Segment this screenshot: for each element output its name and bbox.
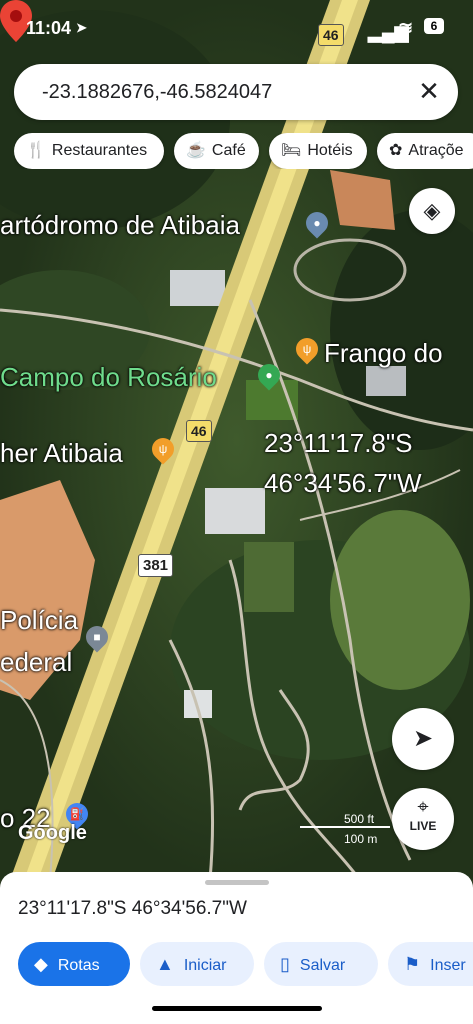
save-button[interactable]: ▯ Salvar [264,942,378,986]
chip-label: Restaurantes [51,142,148,159]
search-query[interactable]: -23.1882676,-46.5824047 [42,81,272,104]
bed-icon: 🛏 [281,142,302,159]
dropped-pin-coordinates: 23°11'17.8"S 46°34'56.7"W [18,898,247,919]
button-label: Inser [430,957,466,974]
pin-latitude-label: 23°11'17.8"S [264,428,413,458]
bottom-sheet[interactable]: 23°11'17.8"S 46°34'56.7"W ◆ Rotas ▲ Inicia… [0,872,473,1024]
button-label: Rotas [57,957,100,974]
navigation-arrow-icon: ➤ [412,725,434,752]
shield-icon: ■ [93,630,101,644]
live-label: LIVE [409,819,437,833]
label-federal[interactable]: ederal [0,647,72,678]
navigation-icon: ▲ [156,954,174,974]
home-indicator [152,1006,322,1011]
directions-button[interactable]: ◆ Rotas [18,942,130,986]
leaf-icon: ● [265,368,273,382]
fork-knife-icon: 🍴 [26,142,46,159]
scale-bar [300,826,390,828]
my-location-button[interactable]: ➤ [392,708,454,770]
directions-icon: ◆ [34,954,48,974]
layers-button[interactable]: ◈ [409,188,455,234]
live-view-button[interactable]: ⌖ LIVE [392,788,454,850]
highway-shield-46: 46 [186,420,212,442]
poi-pin-kartodromo[interactable]: ● [301,207,333,239]
poi-pin-campo[interactable]: ● [253,359,285,391]
bookmark-icon: ▯ [280,954,290,974]
flag-icon: ⚑ [404,954,421,974]
poi-pin-restaurant[interactable]: ψ [147,433,179,465]
chip-cafe[interactable]: ☕ Café [174,133,259,169]
battery-icon: 6 [424,18,444,34]
search-bar[interactable]: -23.1882676,-46.5824047 ✕ [14,64,458,120]
pin-longitude-label: 46°34'56.7"W [264,468,422,498]
label-frango[interactable]: Frango do [324,338,443,369]
google-attribution: Google [18,822,87,844]
status-bar: 11:04 ➤ ▂▄▆ ≋ 6 [0,14,473,42]
marker-icon: ● [313,216,321,230]
highway-shield-381: 381 [138,554,174,577]
button-label: Salvar [299,957,346,974]
status-time: 11:04 [26,18,72,38]
layers-icon: ◈ [423,198,441,223]
fork-knife-icon: ψ [302,342,312,356]
label-policia[interactable]: Polícia [0,605,78,636]
scale-meters: 100 m [344,832,378,846]
chip-label: Atraçõe [408,142,464,159]
chip-label: Café [211,142,246,159]
poi-pin-policia[interactable]: ■ [81,621,113,653]
attraction-icon: ✿ [389,142,403,159]
start-button[interactable]: ▲ Iniciar [140,942,254,986]
chip-restaurants[interactable]: 🍴 Restaurantes [14,133,164,169]
label-kartodromo[interactable]: artódromo de Atibaia [0,210,240,241]
coffee-icon: ☕ [186,142,206,159]
poi-pin-frango[interactable]: ψ [291,333,323,365]
close-icon[interactable]: ✕ [414,76,444,106]
map-scale: 500 ft 100 m [300,812,390,852]
button-label: Iniciar [183,957,227,974]
scale-feet: 500 ft [344,812,375,826]
chip-attractions[interactable]: ✿ Atraçõe [377,133,473,169]
location-arrow-icon: ➤ [76,20,87,35]
wifi-icon: ≋ [398,18,414,38]
fork-knife-icon: ψ [158,442,168,456]
chip-label: Hotéis [307,142,353,159]
label-button[interactable]: ⚑ Inser [388,942,473,986]
live-view-icon: ⌖ [417,796,429,818]
chip-hotels[interactable]: 🛏 Hotéis [269,133,367,169]
label-atibaia[interactable]: her Atibaia [0,438,123,469]
sheet-drag-handle[interactable] [205,880,269,885]
category-chips: 🍴 Restaurantes ☕ Café 🛏 Hotéis ✿ Atraçõe [14,133,473,169]
label-campo-rosario[interactable]: Campo do Rosário [0,362,217,393]
